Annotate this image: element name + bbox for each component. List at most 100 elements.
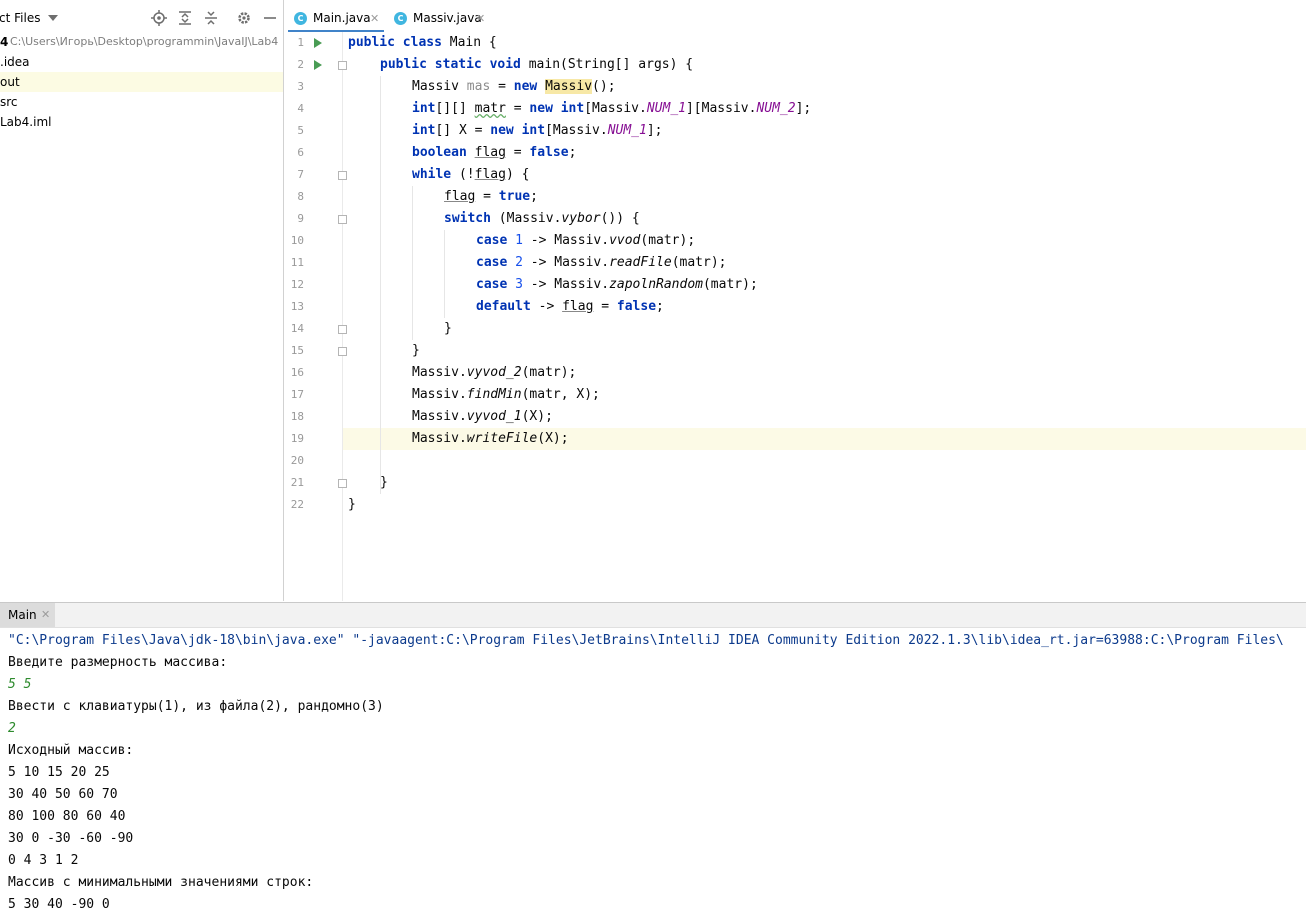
code-line: boolean flag = false; (412, 145, 577, 160)
code-line: Massiv.findMin(matr, X); (412, 387, 600, 402)
project-view-title[interactable]: ct Files (0, 11, 40, 25)
line-number: 13 (290, 300, 304, 313)
run-main-icon[interactable] (314, 60, 322, 70)
fold-marker-icon[interactable] (338, 215, 347, 224)
project-panel: ct Files 4 C:\Users\Игорь\Desktop\progra… (0, 0, 284, 601)
run-tab-bar: Main ✕ (0, 603, 1306, 628)
console-line: 80 100 80 60 40 (8, 809, 126, 824)
tree-item-label: .idea (0, 55, 30, 69)
console-line: Введите размерность массива: (8, 655, 228, 670)
console-input-line: 5 5 (8, 677, 32, 692)
code-line: Massiv.vyvod_2(matr); (412, 365, 577, 380)
editor-tab-bar: C Main.java ✕ C Massiv.java ✕ (284, 5, 1306, 33)
fold-marker-icon[interactable] (338, 325, 347, 334)
tree-item-src[interactable]: src (0, 92, 283, 112)
tree-item-idea[interactable]: .idea (0, 52, 283, 72)
fold-marker-icon[interactable] (338, 479, 347, 488)
run-class-icon[interactable] (314, 38, 322, 48)
project-toolbar: ct Files (0, 5, 283, 31)
code-line: } (348, 497, 356, 512)
line-number: 18 (290, 410, 304, 423)
tree-item-iml[interactable]: Lab4.iml (0, 112, 283, 132)
code-line: default -> flag = false; (476, 299, 664, 314)
console-line: Исходный массив: (8, 743, 134, 758)
code-line: case 2 -> Massiv.readFile(matr); (476, 255, 727, 270)
tree-item-label: Lab4.iml (0, 115, 52, 129)
indent-guide (412, 186, 413, 340)
line-number: 12 (290, 278, 304, 291)
tree-item-label: src (0, 95, 18, 109)
console-line: 0 4 3 1 2 (8, 853, 79, 868)
line-number: 1 (297, 36, 304, 49)
root-path: C:\Users\Игорь\Desktop\programmin\JavaIJ… (10, 35, 279, 48)
code-line: int[][] matr = new int[Massiv.NUM_1][Mas… (412, 101, 812, 116)
tab-label: Main.java (313, 11, 371, 25)
code-line: while (!flag) { (412, 167, 530, 182)
code-line: case 1 -> Massiv.vvod(matr); (476, 233, 696, 248)
line-number: 22 (290, 498, 304, 511)
console-line: Массив с минимальными значениями строк: (8, 875, 314, 890)
collapse-all-icon[interactable] (203, 10, 219, 26)
code-line: Massiv mas = new Massiv(); (412, 79, 616, 94)
gear-icon[interactable] (236, 10, 252, 26)
console-line: 5 30 40 -90 0 (8, 897, 110, 912)
code-line: public static void main(String[] args) { (380, 57, 694, 72)
line-number: 21 (290, 476, 304, 489)
console-line: 5 10 15 20 25 (8, 765, 110, 780)
line-number: 15 (290, 344, 304, 357)
tree-root[interactable]: 4 C:\Users\Игорь\Desktop\programmin\Java… (0, 32, 283, 52)
code-line: } (412, 343, 420, 358)
run-panel: Main ✕ "C:\Program Files\Java\jdk-18\bin… (0, 602, 1306, 921)
line-number: 5 (297, 124, 304, 137)
tree-item-label: out (0, 75, 20, 89)
code-line: } (444, 321, 452, 336)
line-number: 19 (290, 432, 304, 445)
fold-marker-icon[interactable] (338, 171, 347, 180)
line-number: 9 (297, 212, 304, 225)
line-number: 7 (297, 168, 304, 181)
code-editor[interactable]: 1 2 3 4 5 6 7 8 9 10 11 12 13 14 15 16 1… (284, 32, 1306, 601)
code-line: case 3 -> Massiv.zapolnRandom(matr); (476, 277, 758, 292)
close-icon[interactable]: ✕ (41, 608, 50, 621)
line-number: 6 (297, 146, 304, 159)
code-line: flag = true; (444, 189, 538, 204)
code-line: } (380, 475, 388, 490)
code-line: public class Main { (348, 35, 497, 50)
indent-guide (380, 76, 381, 494)
console-input-line: 2 (8, 721, 16, 736)
console-line: "C:\Program Files\Java\jdk-18\bin\java.e… (8, 633, 1284, 648)
editor-gutter: 1 2 3 4 5 6 7 8 9 10 11 12 13 14 15 16 1… (284, 32, 347, 601)
close-icon[interactable]: ✕ (370, 5, 379, 32)
line-number: 10 (290, 234, 304, 247)
fold-marker-icon[interactable] (338, 61, 347, 70)
line-number: 11 (290, 256, 304, 269)
code-line: Massiv.vyvod_1(X); (412, 409, 553, 424)
locate-icon[interactable] (151, 10, 167, 26)
class-icon: C (394, 12, 407, 25)
indent-guide (444, 230, 445, 318)
line-number: 4 (297, 102, 304, 115)
tab-main-java[interactable]: C Main.java ✕ (288, 5, 384, 33)
line-number: 3 (297, 80, 304, 93)
tree-item-out[interactable]: out (0, 72, 283, 92)
line-number: 20 (290, 454, 304, 467)
tab-label: Massiv.java (413, 11, 482, 25)
code-line: switch (Massiv.vybor()) { (444, 211, 640, 226)
code-line: int[] X = new int[Massiv.NUM_1]; (412, 123, 663, 138)
console-line: 30 40 50 60 70 (8, 787, 118, 802)
close-icon[interactable]: ✕ (476, 5, 485, 32)
code-line: Massiv.writeFile(X); (412, 431, 569, 446)
expand-all-icon[interactable] (177, 10, 193, 26)
console-line: 30 0 -30 -60 -90 (8, 831, 134, 846)
class-icon: C (294, 12, 307, 25)
console-line: Ввести с клавиатуры(1), из файла(2), ран… (8, 699, 384, 714)
run-tab-label: Main (8, 608, 37, 622)
hide-panel-icon[interactable] (262, 10, 278, 26)
line-number: 16 (290, 366, 304, 379)
tab-massiv-java[interactable]: C Massiv.java ✕ (388, 5, 494, 32)
line-number: 2 (297, 58, 304, 71)
root-module-label: 4 (0, 35, 9, 49)
fold-marker-icon[interactable] (338, 347, 347, 356)
tab-run-main[interactable]: Main ✕ (0, 603, 55, 627)
chevron-down-icon[interactable] (48, 15, 58, 21)
